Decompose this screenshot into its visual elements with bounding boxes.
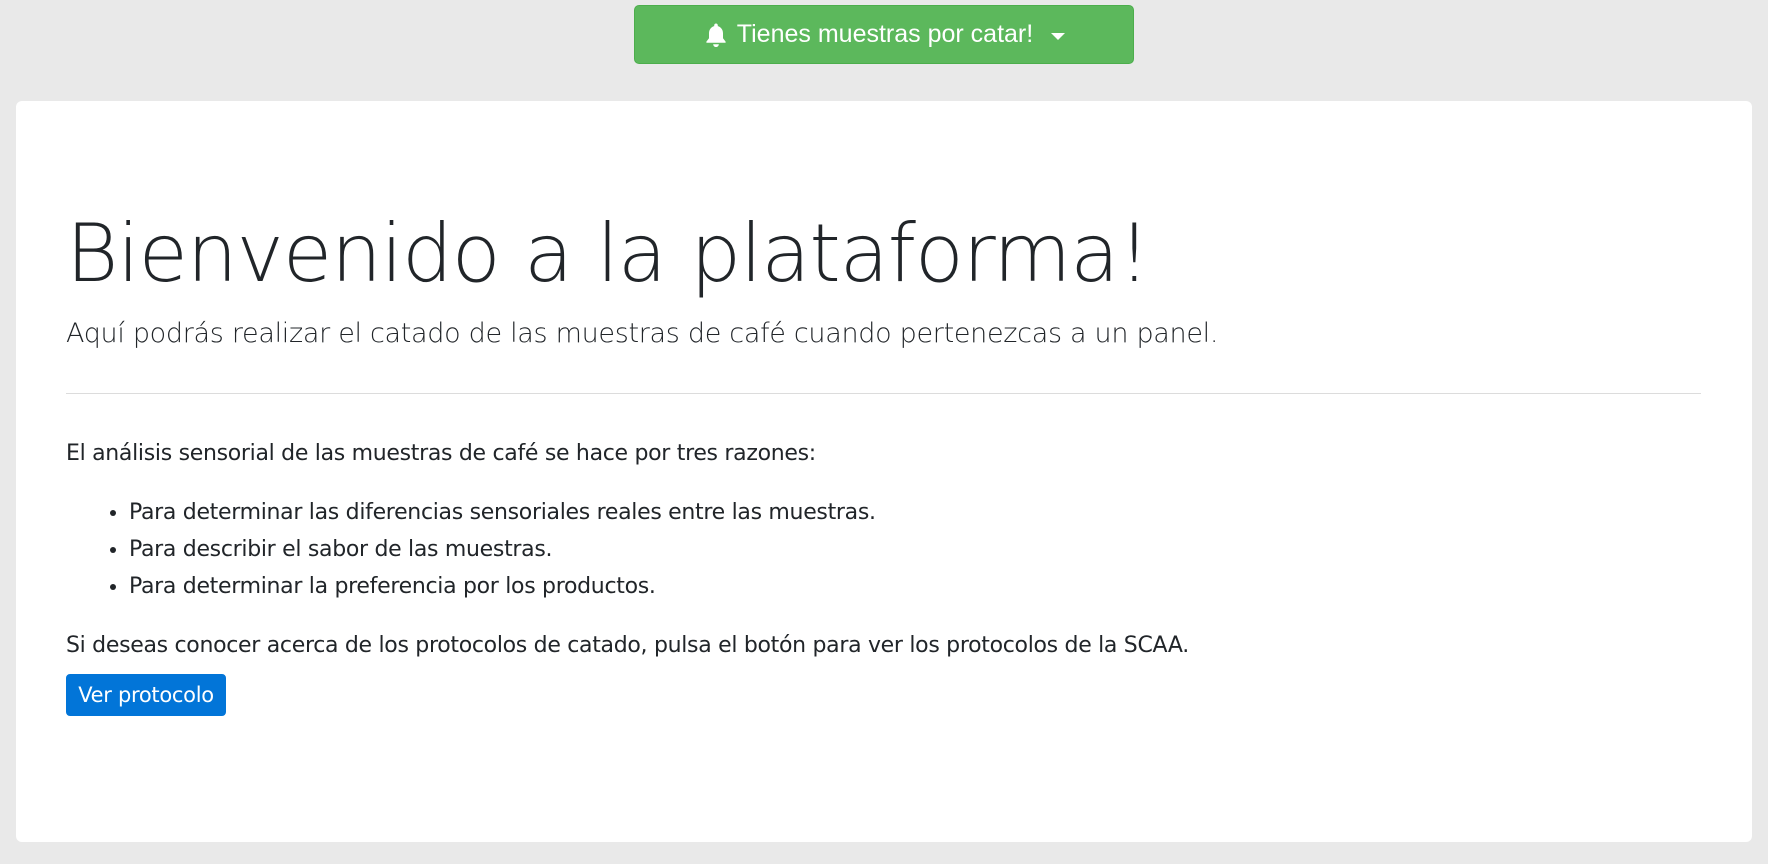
closing-text: Si deseas conocer acerca de los protocol… — [66, 633, 1189, 658]
list-item: Para determinar la preferencia por los p… — [129, 568, 876, 605]
welcome-card: Bienvenido a la plataforma! Aquí podrás … — [16, 101, 1752, 842]
reasons-list: Para determinar las diferencias sensoria… — [66, 494, 876, 605]
notifications-label: Tienes muestras por catar! — [736, 20, 1034, 48]
divider — [66, 393, 1701, 394]
bell-icon — [703, 21, 729, 49]
page-title: Bienvenido a la plataforma! — [66, 207, 1150, 300]
caret-down-icon — [1051, 32, 1066, 40]
notifications-dropdown-button[interactable]: Tienes muestras por catar! — [634, 5, 1134, 64]
intro-text: El análisis sensorial de las muestras de… — [66, 441, 816, 466]
list-item: Para determinar las diferencias sensoria… — [129, 494, 876, 531]
page-lead: Aquí podrás realizar el catado de las mu… — [66, 318, 1219, 349]
list-item: Para describir el sabor de las muestras. — [129, 531, 876, 568]
view-protocol-button[interactable]: Ver protocolo — [66, 674, 226, 716]
